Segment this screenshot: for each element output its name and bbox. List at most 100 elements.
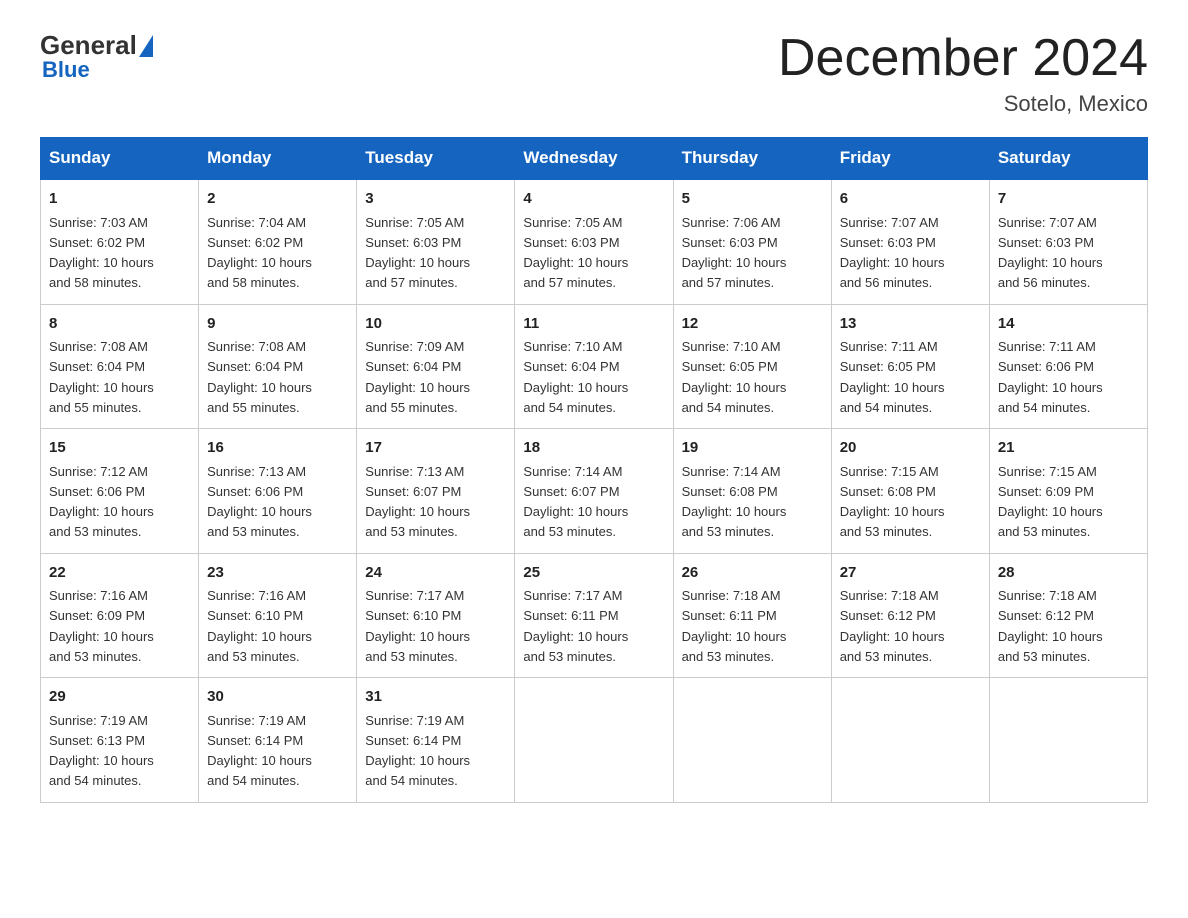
calendar-header-row: Sunday Monday Tuesday Wednesday Thursday… xyxy=(41,138,1148,180)
day-number: 2 xyxy=(207,188,348,211)
table-row: 28 Sunrise: 7:18 AMSunset: 6:12 PMDaylig… xyxy=(989,553,1147,678)
day-sunrise: Sunrise: 7:15 AMSunset: 6:08 PMDaylight:… xyxy=(840,464,945,540)
table-row: 17 Sunrise: 7:13 AMSunset: 6:07 PMDaylig… xyxy=(357,429,515,554)
table-row: 23 Sunrise: 7:16 AMSunset: 6:10 PMDaylig… xyxy=(199,553,357,678)
day-number: 6 xyxy=(840,188,981,211)
col-sunday: Sunday xyxy=(41,138,199,180)
logo-triangle-icon xyxy=(139,35,153,57)
day-number: 5 xyxy=(682,188,823,211)
page-subtitle: Sotelo, Mexico xyxy=(778,91,1148,117)
table-row: 13 Sunrise: 7:11 AMSunset: 6:05 PMDaylig… xyxy=(831,304,989,429)
table-row: 20 Sunrise: 7:15 AMSunset: 6:08 PMDaylig… xyxy=(831,429,989,554)
day-number: 20 xyxy=(840,437,981,460)
day-sunrise: Sunrise: 7:16 AMSunset: 6:10 PMDaylight:… xyxy=(207,588,312,664)
day-number: 7 xyxy=(998,188,1139,211)
table-row: 19 Sunrise: 7:14 AMSunset: 6:08 PMDaylig… xyxy=(673,429,831,554)
day-number: 3 xyxy=(365,188,506,211)
page-title: December 2024 xyxy=(778,30,1148,87)
table-row: 22 Sunrise: 7:16 AMSunset: 6:09 PMDaylig… xyxy=(41,553,199,678)
day-number: 30 xyxy=(207,686,348,709)
calendar-week-row: 15 Sunrise: 7:12 AMSunset: 6:06 PMDaylig… xyxy=(41,429,1148,554)
day-number: 8 xyxy=(49,313,190,336)
day-number: 29 xyxy=(49,686,190,709)
day-sunrise: Sunrise: 7:19 AMSunset: 6:14 PMDaylight:… xyxy=(365,713,470,789)
day-number: 9 xyxy=(207,313,348,336)
day-sunrise: Sunrise: 7:10 AMSunset: 6:05 PMDaylight:… xyxy=(682,339,787,415)
day-number: 23 xyxy=(207,562,348,585)
table-row: 24 Sunrise: 7:17 AMSunset: 6:10 PMDaylig… xyxy=(357,553,515,678)
table-row xyxy=(515,678,673,803)
day-sunrise: Sunrise: 7:08 AMSunset: 6:04 PMDaylight:… xyxy=(49,339,154,415)
col-monday: Monday xyxy=(199,138,357,180)
day-number: 25 xyxy=(523,562,664,585)
page-header: General Blue December 2024 Sotelo, Mexic… xyxy=(40,30,1148,117)
day-number: 4 xyxy=(523,188,664,211)
table-row: 15 Sunrise: 7:12 AMSunset: 6:06 PMDaylig… xyxy=(41,429,199,554)
calendar-week-row: 29 Sunrise: 7:19 AMSunset: 6:13 PMDaylig… xyxy=(41,678,1148,803)
table-row: 8 Sunrise: 7:08 AMSunset: 6:04 PMDayligh… xyxy=(41,304,199,429)
day-number: 14 xyxy=(998,313,1139,336)
day-number: 26 xyxy=(682,562,823,585)
day-number: 28 xyxy=(998,562,1139,585)
table-row: 4 Sunrise: 7:05 AMSunset: 6:03 PMDayligh… xyxy=(515,179,673,304)
day-sunrise: Sunrise: 7:19 AMSunset: 6:13 PMDaylight:… xyxy=(49,713,154,789)
day-sunrise: Sunrise: 7:11 AMSunset: 6:06 PMDaylight:… xyxy=(998,339,1103,415)
calendar-week-row: 8 Sunrise: 7:08 AMSunset: 6:04 PMDayligh… xyxy=(41,304,1148,429)
table-row xyxy=(831,678,989,803)
title-block: December 2024 Sotelo, Mexico xyxy=(778,30,1148,117)
table-row: 27 Sunrise: 7:18 AMSunset: 6:12 PMDaylig… xyxy=(831,553,989,678)
table-row xyxy=(989,678,1147,803)
table-row: 21 Sunrise: 7:15 AMSunset: 6:09 PMDaylig… xyxy=(989,429,1147,554)
day-number: 17 xyxy=(365,437,506,460)
calendar-week-row: 1 Sunrise: 7:03 AMSunset: 6:02 PMDayligh… xyxy=(41,179,1148,304)
day-sunrise: Sunrise: 7:07 AMSunset: 6:03 PMDaylight:… xyxy=(998,215,1103,291)
day-number: 18 xyxy=(523,437,664,460)
day-number: 10 xyxy=(365,313,506,336)
table-row: 14 Sunrise: 7:11 AMSunset: 6:06 PMDaylig… xyxy=(989,304,1147,429)
day-number: 1 xyxy=(49,188,190,211)
col-wednesday: Wednesday xyxy=(515,138,673,180)
day-sunrise: Sunrise: 7:12 AMSunset: 6:06 PMDaylight:… xyxy=(49,464,154,540)
day-number: 11 xyxy=(523,313,664,336)
table-row xyxy=(673,678,831,803)
table-row: 5 Sunrise: 7:06 AMSunset: 6:03 PMDayligh… xyxy=(673,179,831,304)
table-row: 10 Sunrise: 7:09 AMSunset: 6:04 PMDaylig… xyxy=(357,304,515,429)
day-number: 12 xyxy=(682,313,823,336)
day-sunrise: Sunrise: 7:17 AMSunset: 6:10 PMDaylight:… xyxy=(365,588,470,664)
table-row: 12 Sunrise: 7:10 AMSunset: 6:05 PMDaylig… xyxy=(673,304,831,429)
day-number: 13 xyxy=(840,313,981,336)
day-sunrise: Sunrise: 7:04 AMSunset: 6:02 PMDaylight:… xyxy=(207,215,312,291)
calendar-table: Sunday Monday Tuesday Wednesday Thursday… xyxy=(40,137,1148,803)
table-row: 31 Sunrise: 7:19 AMSunset: 6:14 PMDaylig… xyxy=(357,678,515,803)
col-friday: Friday xyxy=(831,138,989,180)
day-sunrise: Sunrise: 7:14 AMSunset: 6:07 PMDaylight:… xyxy=(523,464,628,540)
table-row: 18 Sunrise: 7:14 AMSunset: 6:07 PMDaylig… xyxy=(515,429,673,554)
table-row: 26 Sunrise: 7:18 AMSunset: 6:11 PMDaylig… xyxy=(673,553,831,678)
table-row: 2 Sunrise: 7:04 AMSunset: 6:02 PMDayligh… xyxy=(199,179,357,304)
day-sunrise: Sunrise: 7:16 AMSunset: 6:09 PMDaylight:… xyxy=(49,588,154,664)
day-sunrise: Sunrise: 7:19 AMSunset: 6:14 PMDaylight:… xyxy=(207,713,312,789)
logo: General Blue xyxy=(40,30,153,83)
table-row: 6 Sunrise: 7:07 AMSunset: 6:03 PMDayligh… xyxy=(831,179,989,304)
day-sunrise: Sunrise: 7:09 AMSunset: 6:04 PMDaylight:… xyxy=(365,339,470,415)
col-thursday: Thursday xyxy=(673,138,831,180)
table-row: 9 Sunrise: 7:08 AMSunset: 6:04 PMDayligh… xyxy=(199,304,357,429)
day-sunrise: Sunrise: 7:18 AMSunset: 6:11 PMDaylight:… xyxy=(682,588,787,664)
day-sunrise: Sunrise: 7:17 AMSunset: 6:11 PMDaylight:… xyxy=(523,588,628,664)
day-number: 24 xyxy=(365,562,506,585)
day-sunrise: Sunrise: 7:18 AMSunset: 6:12 PMDaylight:… xyxy=(840,588,945,664)
day-sunrise: Sunrise: 7:15 AMSunset: 6:09 PMDaylight:… xyxy=(998,464,1103,540)
col-saturday: Saturday xyxy=(989,138,1147,180)
day-number: 19 xyxy=(682,437,823,460)
day-number: 31 xyxy=(365,686,506,709)
day-sunrise: Sunrise: 7:18 AMSunset: 6:12 PMDaylight:… xyxy=(998,588,1103,664)
col-tuesday: Tuesday xyxy=(357,138,515,180)
day-number: 27 xyxy=(840,562,981,585)
table-row: 29 Sunrise: 7:19 AMSunset: 6:13 PMDaylig… xyxy=(41,678,199,803)
logo-blue: Blue xyxy=(42,57,90,83)
day-sunrise: Sunrise: 7:07 AMSunset: 6:03 PMDaylight:… xyxy=(840,215,945,291)
table-row: 30 Sunrise: 7:19 AMSunset: 6:14 PMDaylig… xyxy=(199,678,357,803)
day-sunrise: Sunrise: 7:06 AMSunset: 6:03 PMDaylight:… xyxy=(682,215,787,291)
day-sunrise: Sunrise: 7:05 AMSunset: 6:03 PMDaylight:… xyxy=(365,215,470,291)
table-row: 1 Sunrise: 7:03 AMSunset: 6:02 PMDayligh… xyxy=(41,179,199,304)
